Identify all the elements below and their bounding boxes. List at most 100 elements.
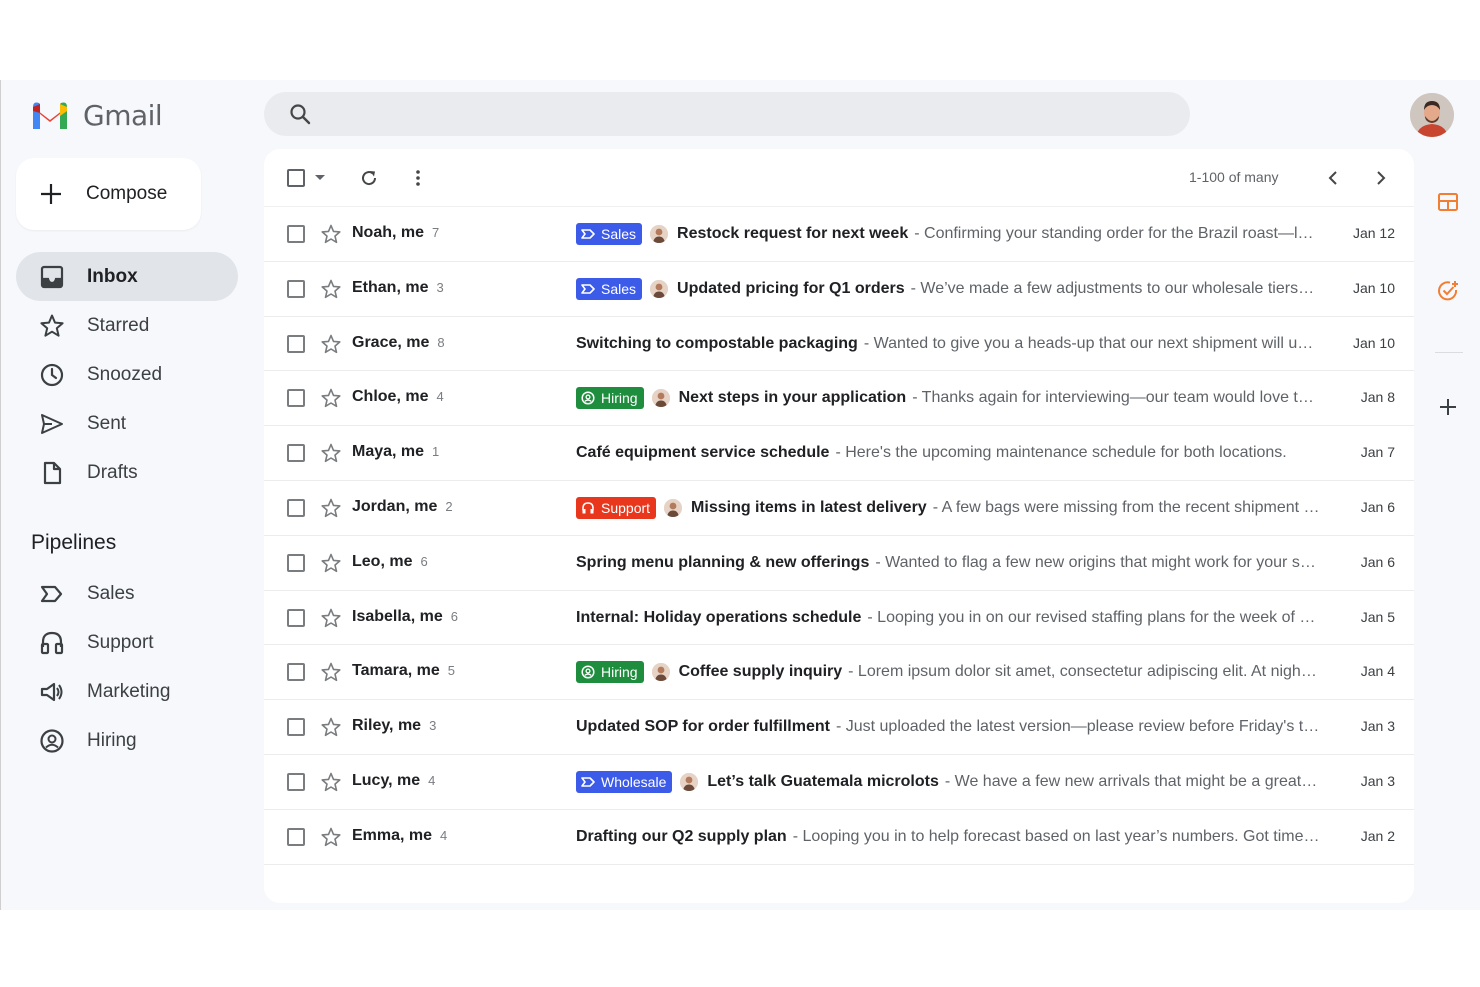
- draft-icon: [43, 461, 62, 484]
- email-row[interactable]: Emma, me 4 Drafting our Q2 supply plan - Lo…: [264, 810, 1414, 865]
- sender-name: Noah, me 7: [352, 224, 439, 242]
- email-row[interactable]: Leo, me 6 Spring menu planning & new offer…: [264, 536, 1414, 591]
- row-checkbox[interactable]: [287, 553, 305, 572]
- email-row[interactable]: Chloe, me 4 Hiring Next steps in your appli…: [264, 371, 1414, 427]
- search-input[interactable]: [326, 105, 1190, 123]
- person-photo-icon: [651, 389, 670, 408]
- star-icon[interactable]: [320, 661, 342, 683]
- label-chip-hiring[interactable]: Hiring: [576, 661, 644, 684]
- email-date: Jan 10: [1352, 279, 1395, 296]
- contact-avatar: [650, 225, 669, 243]
- label-chip-sales[interactable]: Sales: [576, 223, 643, 245]
- row-checkbox[interactable]: [287, 279, 305, 298]
- star-icon[interactable]: [320, 716, 342, 738]
- task-add-icon[interactable]: [1435, 278, 1461, 304]
- chevron-right-icon[interactable]: [1370, 167, 1392, 189]
- select-all-checkbox[interactable]: [287, 169, 305, 187]
- sidebar-item-support[interactable]: Support: [16, 618, 238, 667]
- email-snippet: - Wanted to flag a few new origins that …: [875, 553, 1321, 571]
- email-subject: Café equipment service schedule: [576, 444, 830, 462]
- label-chip-sales[interactable]: Sales: [576, 277, 643, 300]
- sidebar-item-label: Marketing: [87, 680, 171, 702]
- row-checkbox[interactable]: [287, 608, 305, 627]
- label-chip-text: Sales: [601, 280, 637, 297]
- sidebar-item-hiring[interactable]: Hiring: [16, 716, 238, 765]
- send-icon: [41, 413, 63, 434]
- email-row[interactable]: Riley, me 3 Updated SOP for order fulfillm…: [264, 700, 1414, 755]
- label-chip-text: Hiring: [601, 390, 638, 407]
- more-vert-icon[interactable]: [407, 167, 429, 189]
- search-icon[interactable]: [288, 102, 312, 126]
- pipelines-nav: Sales Support Marketing Hiring: [16, 569, 238, 765]
- search-bar[interactable]: [264, 92, 1190, 136]
- star-icon[interactable]: [320, 497, 342, 519]
- label-chip-text: Hiring: [601, 664, 638, 681]
- star-icon[interactable]: [320, 771, 342, 793]
- megaphone-icon: [40, 682, 63, 701]
- star-icon[interactable]: [320, 333, 342, 355]
- email-row[interactable]: Lucy, me 4 Wholesale Let’s talk Guatemala m…: [264, 755, 1414, 810]
- star-icon[interactable]: [320, 278, 342, 300]
- email-content: Sales Updated pricing for Q1 orders - We’v…: [576, 276, 1321, 302]
- star-icon[interactable]: [320, 607, 342, 629]
- sender-text: Grace, me: [352, 333, 430, 351]
- row-checkbox[interactable]: [287, 498, 305, 517]
- star-icon[interactable]: [320, 442, 342, 464]
- gmail-m-icon: [33, 102, 67, 129]
- star-icon[interactable]: [320, 223, 342, 245]
- app-name: Gmail: [83, 98, 163, 132]
- sidebar-item-drafts[interactable]: Drafts: [16, 448, 238, 497]
- label-chip-support[interactable]: Support: [576, 496, 657, 519]
- add-addon-icon[interactable]: [1435, 394, 1461, 420]
- email-row[interactable]: Isabella, me 6 Internal: Holiday operation…: [264, 591, 1414, 646]
- row-checkbox[interactable]: [287, 827, 305, 846]
- star-icon[interactable]: [320, 552, 342, 574]
- gmail-logo[interactable]: Gmail: [30, 98, 163, 132]
- email-row[interactable]: Jordan, me 2 Support Missing items in lates…: [264, 481, 1414, 536]
- email-subject: Coffee supply inquiry: [678, 663, 843, 681]
- email-row[interactable]: Noah, me 7 Sales Restock request for next w…: [264, 207, 1414, 262]
- label-arrow-icon: [581, 229, 595, 239]
- label-chip-wholesale[interactable]: Wholesale: [576, 770, 673, 793]
- compose-button[interactable]: Compose: [16, 158, 201, 230]
- person-circle-icon: [581, 665, 595, 679]
- row-checkbox[interactable]: [287, 389, 305, 408]
- layout-panel-icon[interactable]: [1435, 189, 1461, 215]
- refresh-icon[interactable]: [358, 167, 380, 189]
- email-subject: Switching to compostable packaging: [576, 334, 858, 352]
- email-row[interactable]: Maya, me 1 Café equipment service schedule…: [264, 426, 1414, 481]
- star-icon[interactable]: [320, 387, 342, 409]
- sidebar-item-sent[interactable]: Sent: [16, 399, 238, 448]
- sidebar-item-label: Sent: [87, 412, 127, 434]
- row-checkbox[interactable]: [287, 225, 305, 243]
- sender-name: Riley, me 3: [352, 717, 436, 735]
- headset-icon: [40, 631, 64, 654]
- sender-text: Isabella, me: [352, 607, 443, 625]
- email-content: Internal: Holiday operations schedule - L…: [576, 605, 1321, 631]
- email-row[interactable]: Ethan, me 3 Sales Updated pricing for Q1 or…: [264, 262, 1414, 317]
- account-avatar[interactable]: [1410, 93, 1454, 137]
- label-chip-hiring[interactable]: Hiring: [576, 387, 644, 410]
- row-checkbox[interactable]: [287, 444, 305, 463]
- sidebar-item-label: Support: [87, 631, 154, 653]
- email-row[interactable]: Tamara, me 5 Hiring Coffee supply inquiry - …: [264, 645, 1414, 701]
- star-icon[interactable]: [320, 826, 342, 848]
- star-icon: [40, 314, 64, 337]
- label-arrow-icon: [40, 585, 63, 602]
- select-dropdown-caret-icon[interactable]: [315, 175, 325, 180]
- email-subject: Let’s talk Guatemala microlots: [707, 772, 939, 790]
- row-checkbox[interactable]: [287, 772, 305, 791]
- email-row[interactable]: Grace, me 8 Switching to compostable packa…: [264, 317, 1414, 372]
- chevron-left-icon[interactable]: [1322, 167, 1344, 189]
- sidebar-item-label: Inbox: [87, 265, 138, 287]
- sidebar-item-snoozed[interactable]: Snoozed: [16, 350, 238, 399]
- sidebar-item-starred[interactable]: Starred: [16, 301, 238, 350]
- sidebar-item-inbox[interactable]: Inbox: [16, 252, 238, 301]
- label-chip-text: Wholesale: [601, 773, 667, 790]
- row-checkbox[interactable]: [287, 334, 305, 353]
- sidebar-item-marketing[interactable]: Marketing: [16, 667, 238, 716]
- row-checkbox[interactable]: [287, 663, 305, 682]
- row-checkbox[interactable]: [287, 718, 305, 737]
- sidebar-item-sales[interactable]: Sales: [16, 569, 238, 618]
- list-toolbar: 1-100 of many: [264, 149, 1414, 207]
